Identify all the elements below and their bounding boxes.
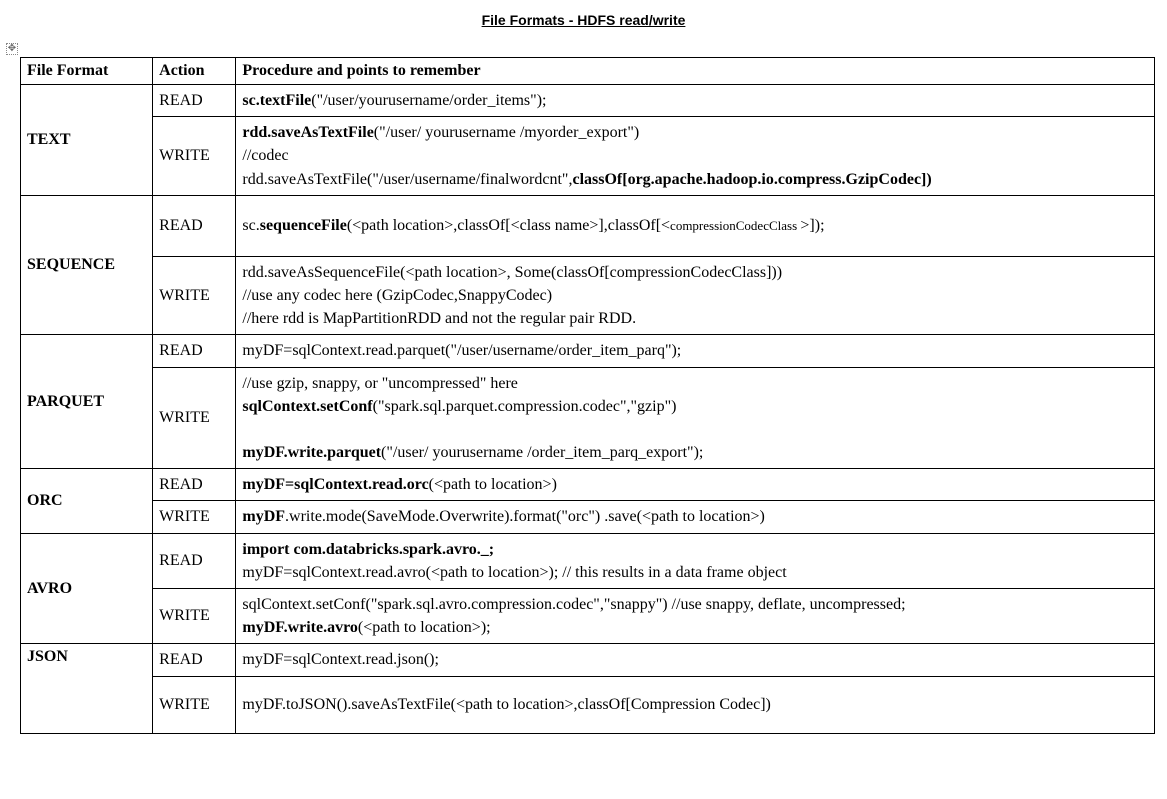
format-text: TEXT: [21, 85, 153, 196]
proc-sequence-write: rdd.saveAsSequenceFile(<path location>, …: [236, 256, 1155, 335]
code-text: myDF=sqlContext.read.avro(<path to locat…: [242, 564, 786, 581]
code-bold: sqlContext.setConf: [242, 398, 372, 415]
header-procedure: Procedure and points to remember: [236, 58, 1155, 85]
table-row: WRITE myDF.write.mode(SaveMode.Overwrite…: [21, 501, 1155, 533]
code-text: >]);: [800, 217, 824, 234]
code-bold: import com.databricks.spark.avro._;: [242, 541, 494, 558]
code-text: myDF.toJSON().saveAsTextFile(<path to lo…: [242, 696, 770, 713]
proc-sequence-read: sc.sequenceFile(<path location>,classOf[…: [236, 195, 1155, 256]
proc-parquet-write: //use gzip, snappy, or "uncompressed" he…: [236, 367, 1155, 469]
table-row: AVRO READ import com.databricks.spark.av…: [21, 533, 1155, 588]
table-row: WRITE //use gzip, snappy, or "uncompress…: [21, 367, 1155, 469]
action-write: WRITE: [153, 589, 236, 644]
table-move-handle-icon: ✥: [6, 43, 18, 55]
code-bold: myDF=sqlContext.read.orc: [242, 476, 428, 493]
code-bold: myDF.write.avro: [242, 619, 358, 636]
proc-avro-read: import com.databricks.spark.avro._; myDF…: [236, 533, 1155, 588]
code-text: rdd.saveAsSequenceFile(<path location>, …: [242, 264, 782, 281]
proc-text-write: rdd.saveAsTextFile("/user/ yourusername …: [236, 117, 1155, 196]
proc-avro-write: sqlContext.setConf("spark.sql.avro.compr…: [236, 589, 1155, 644]
code-text: sqlContext.setConf("spark.sql.avro.compr…: [242, 596, 905, 613]
code-text: sc.: [242, 217, 259, 234]
action-write: WRITE: [153, 676, 236, 733]
code-bold: sc.textFile: [242, 92, 311, 109]
proc-parquet-read: myDF=sqlContext.read.parquet("/user/user…: [236, 335, 1155, 367]
code-text: //codec: [242, 147, 288, 164]
action-read: READ: [153, 533, 236, 588]
code-text: myDF=sqlContext.read.parquet("/user/user…: [242, 342, 681, 359]
proc-json-write: myDF.toJSON().saveAsTextFile(<path to lo…: [236, 676, 1155, 733]
action-write: WRITE: [153, 367, 236, 469]
proc-json-read: myDF=sqlContext.read.json();: [236, 644, 1155, 676]
code-bold: myDF: [242, 508, 285, 525]
table-header-row: File Format Action Procedure and points …: [21, 58, 1155, 85]
table-row: ORC READ myDF=sqlContext.read.orc(<path …: [21, 469, 1155, 501]
format-sequence: SEQUENCE: [21, 195, 153, 335]
table-row: SEQUENCE READ sc.sequenceFile(<path loca…: [21, 195, 1155, 256]
code-text: //here rdd is MapPartitionRDD and not th…: [242, 310, 636, 327]
table-row: WRITE sqlContext.setConf("spark.sql.avro…: [21, 589, 1155, 644]
code-text: ("/user/ yourusername /order_item_parq_e…: [381, 444, 703, 461]
file-formats-table: File Format Action Procedure and points …: [20, 57, 1155, 734]
code-text: rdd.saveAsTextFile("/user/username/final…: [242, 171, 572, 188]
format-orc: ORC: [21, 469, 153, 533]
action-write: WRITE: [153, 256, 236, 335]
header-action: Action: [153, 58, 236, 85]
page-title: File Formats - HDFS read/write: [4, 12, 1163, 28]
action-read: READ: [153, 469, 236, 501]
code-text: (<path location>,classOf[<class name>],c…: [347, 217, 670, 234]
table-row: PARQUET READ myDF=sqlContext.read.parque…: [21, 335, 1155, 367]
code-text: (<path to location>);: [358, 619, 491, 636]
code-text: myDF=sqlContext.read.json();: [242, 651, 439, 668]
format-avro: AVRO: [21, 533, 153, 644]
proc-text-read: sc.textFile("/user/yourusername/order_it…: [236, 85, 1155, 117]
header-file-format: File Format: [21, 58, 153, 85]
table-row: WRITE myDF.toJSON().saveAsTextFile(<path…: [21, 676, 1155, 733]
table-row: WRITE rdd.saveAsTextFile("/user/ youruse…: [21, 117, 1155, 196]
code-text: //use any codec here (GzipCodec,SnappyCo…: [242, 287, 552, 304]
action-write: WRITE: [153, 501, 236, 533]
proc-orc-write: myDF.write.mode(SaveMode.Overwrite).form…: [236, 501, 1155, 533]
code-text: (<path to location>): [429, 476, 557, 493]
code-bold: classOf[org.apache.hadoop.io.compress.Gz…: [572, 171, 931, 188]
action-read: READ: [153, 85, 236, 117]
code-text: ("/user/yourusername/order_items");: [311, 92, 546, 109]
action-read: READ: [153, 335, 236, 367]
table-row: JSON READ myDF=sqlContext.read.json();: [21, 644, 1155, 676]
code-small: compressionCodecClass: [670, 218, 800, 233]
code-text: ("spark.sql.parquet.compression.codec","…: [373, 398, 677, 415]
table-row: TEXT READ sc.textFile("/user/yourusernam…: [21, 85, 1155, 117]
code-text: ("/user/ yourusername /myorder_export"): [374, 124, 639, 141]
code-bold: sequenceFile: [260, 217, 347, 234]
code-text: //use gzip, snappy, or "uncompressed" he…: [242, 375, 518, 392]
code-bold: myDF.write.parquet: [242, 444, 381, 461]
proc-orc-read: myDF=sqlContext.read.orc(<path to locati…: [236, 469, 1155, 501]
code-bold: rdd.saveAsTextFile: [242, 124, 373, 141]
code-text: .write.mode(SaveMode.Overwrite).format("…: [285, 508, 765, 525]
format-json: JSON: [21, 644, 153, 733]
action-write: WRITE: [153, 117, 236, 196]
table-row: WRITE rdd.saveAsSequenceFile(<path locat…: [21, 256, 1155, 335]
format-parquet: PARQUET: [21, 335, 153, 469]
action-read: READ: [153, 195, 236, 256]
action-read: READ: [153, 644, 236, 676]
